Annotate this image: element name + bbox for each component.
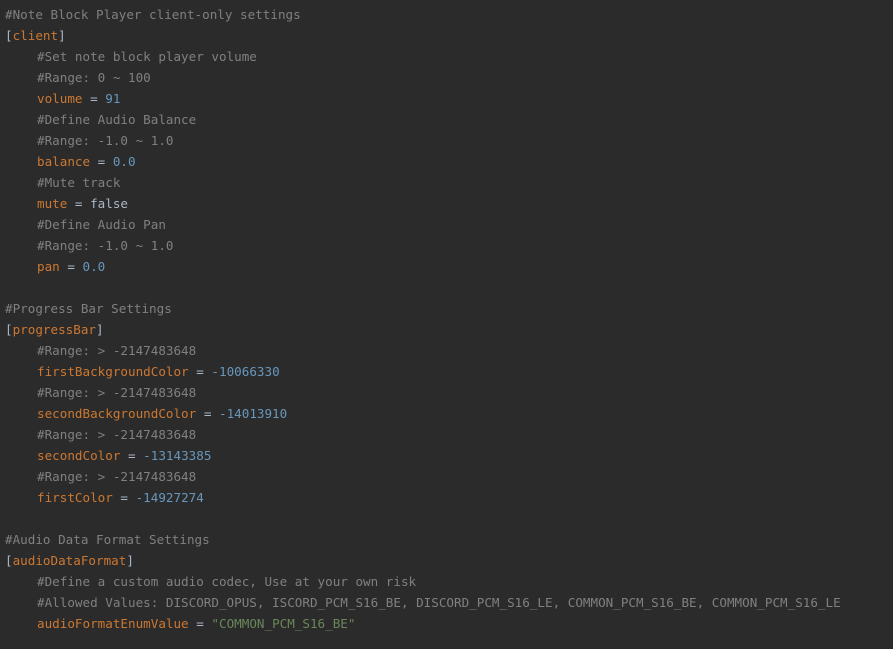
section-comment: #Audio Data Format Settings xyxy=(5,532,210,547)
setting-line[interactable]: volume = 91 xyxy=(0,88,893,109)
comment-text: #Set note block player volume xyxy=(37,49,257,64)
equals-sign: = xyxy=(196,406,219,421)
open-bracket: [ xyxy=(5,322,13,337)
open-bracket: [ xyxy=(5,28,13,43)
close-bracket: ] xyxy=(126,553,134,568)
setting-key: firstColor xyxy=(37,490,113,505)
setting-value: "COMMON_PCM_S16_BE" xyxy=(211,616,356,631)
comment-text: #Mute track xyxy=(37,175,121,190)
equals-sign: = xyxy=(82,91,106,106)
setting-line[interactable]: pan = 0.0 xyxy=(0,256,893,277)
comment-text: #Range: > -2147483648 xyxy=(37,469,197,484)
setting-value: -10066330 xyxy=(211,364,280,379)
equals-sign: = xyxy=(67,196,91,211)
setting-key: audioFormatEnumValue xyxy=(37,616,189,631)
comment-text: #Define Audio Pan xyxy=(37,217,166,232)
blank-line[interactable] xyxy=(0,277,893,298)
section-header-line[interactable]: [client] xyxy=(0,25,893,46)
comment-text: #Range: > -2147483648 xyxy=(37,385,197,400)
open-bracket: [ xyxy=(5,553,13,568)
setting-line[interactable]: firstColor = -14927274 xyxy=(0,487,893,508)
setting-value: 0.0 xyxy=(82,259,106,274)
section-name: client xyxy=(12,28,59,43)
setting-key: mute xyxy=(37,196,68,211)
blank-line[interactable] xyxy=(0,508,893,529)
equals-sign: = xyxy=(188,364,212,379)
setting-line[interactable]: audioFormatEnumValue = "COMMON_PCM_S16_B… xyxy=(0,613,893,634)
setting-key: secondBackgroundColor xyxy=(37,406,197,421)
comment-line[interactable]: #Allowed Values: DISCORD_OPUS, ISCORD_PC… xyxy=(0,592,893,613)
setting-key: volume xyxy=(37,91,83,106)
setting-value: -13143385 xyxy=(143,448,212,463)
section-header-line[interactable]: [progressBar] xyxy=(0,319,893,340)
comment-line[interactable]: #Define a custom audio codec, Use at you… xyxy=(0,571,893,592)
comment-line[interactable]: #Range: > -2147483648 xyxy=(0,424,893,445)
comment-text: #Range: 0 ~ 100 xyxy=(37,70,151,85)
comment-line[interactable]: #Range: -1.0 ~ 1.0 xyxy=(0,130,893,151)
setting-key: pan xyxy=(37,259,60,274)
setting-key: secondColor xyxy=(37,448,121,463)
section-comment: #Note Block Player client-only settings xyxy=(5,7,301,22)
equals-sign: = xyxy=(120,448,144,463)
setting-line[interactable]: balance = 0.0 xyxy=(0,151,893,172)
comment-text: #Allowed Values: DISCORD_OPUS, ISCORD_PC… xyxy=(37,595,841,610)
equals-sign: = xyxy=(59,259,83,274)
comment-text: #Define a custom audio codec, Use at you… xyxy=(37,574,417,589)
setting-value: -14927274 xyxy=(135,490,204,505)
section-header-line[interactable]: [audioDataFormat] xyxy=(0,550,893,571)
close-bracket: ] xyxy=(58,28,66,43)
setting-line[interactable]: secondBackgroundColor = -14013910 xyxy=(0,403,893,424)
comment-line[interactable]: #Range: 0 ~ 100 xyxy=(0,67,893,88)
setting-key: firstBackgroundColor xyxy=(37,364,189,379)
section-comment-line[interactable]: #Note Block Player client-only settings xyxy=(0,4,893,25)
section-comment: #Progress Bar Settings xyxy=(5,301,172,316)
equals-sign: = xyxy=(90,154,113,169)
setting-value: 0.0 xyxy=(112,154,136,169)
comment-text: #Range: > -2147483648 xyxy=(37,427,197,442)
comment-text: #Range: > -2147483648 xyxy=(37,343,197,358)
comment-text: #Define Audio Balance xyxy=(37,112,197,127)
comment-line[interactable]: #Set note block player volume xyxy=(0,46,893,67)
section-comment-line[interactable]: #Audio Data Format Settings xyxy=(0,529,893,550)
setting-value: -14013910 xyxy=(218,406,288,421)
setting-line[interactable]: secondColor = -13143385 xyxy=(0,445,893,466)
comment-line[interactable]: #Range: > -2147483648 xyxy=(0,340,893,361)
section-name: audioDataFormat xyxy=(12,553,127,568)
setting-value: false xyxy=(90,196,129,211)
setting-line[interactable]: mute = false xyxy=(0,193,893,214)
equals-sign: = xyxy=(188,616,212,631)
comment-line[interactable]: #Range: > -2147483648 xyxy=(0,382,893,403)
comment-line[interactable]: #Define Audio Pan xyxy=(0,214,893,235)
comment-line[interactable]: #Range: -1.0 ~ 1.0 xyxy=(0,235,893,256)
comment-line[interactable]: #Define Audio Balance xyxy=(0,109,893,130)
section-name: progressBar xyxy=(12,322,96,337)
section-comment-line[interactable]: #Progress Bar Settings xyxy=(0,298,893,319)
comment-text: #Range: -1.0 ~ 1.0 xyxy=(37,133,174,148)
equals-sign: = xyxy=(112,490,136,505)
comment-line[interactable]: #Range: > -2147483648 xyxy=(0,466,893,487)
comment-line[interactable]: #Mute track xyxy=(0,172,893,193)
close-bracket: ] xyxy=(96,322,104,337)
setting-line[interactable]: firstBackgroundColor = -10066330 xyxy=(0,361,893,382)
setting-key: balance xyxy=(37,154,91,169)
code-editor[interactable]: #Note Block Player client-only settings [… xyxy=(0,0,893,649)
comment-text: #Range: -1.0 ~ 1.0 xyxy=(37,238,174,253)
setting-value: 91 xyxy=(105,91,121,106)
